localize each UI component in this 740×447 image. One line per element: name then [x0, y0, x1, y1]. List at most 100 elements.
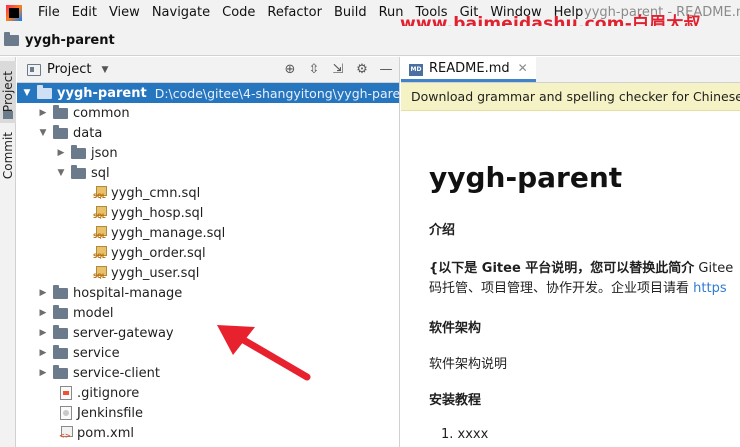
breadcrumb-project[interactable]: yygh-parent: [25, 33, 115, 48]
tree-item-model[interactable]: ▶ model: [17, 303, 399, 323]
readme-title: yygh-parent: [429, 161, 623, 194]
project-tool-label: Project: [1, 71, 15, 113]
tab-readme[interactable]: MD README.md ✕: [401, 57, 536, 82]
tree-item-label: yygh_manage.sql: [111, 225, 226, 241]
navigation-bar: yygh-parent: [0, 26, 740, 56]
menu-view[interactable]: View: [103, 0, 146, 26]
chevron-down-icon[interactable]: ▼: [55, 168, 67, 178]
chevron-right-icon[interactable]: ▶: [37, 348, 49, 358]
chevron-right-icon[interactable]: ▶: [37, 328, 49, 338]
close-icon[interactable]: ✕: [518, 61, 528, 75]
tree-item-label: yygh_cmn.sql: [111, 185, 201, 201]
tree-item-sql[interactable]: ▼ sql: [17, 163, 399, 183]
chevron-down-icon[interactable]: ▼: [21, 88, 33, 98]
tree-item-sql-file[interactable]: yygh_hosp.sql: [17, 203, 399, 223]
folder-icon: [71, 144, 86, 159]
project-panel: Project ▼ ⊕ ⇳ ⇲ ⚙ — ▼ yygh-parent D:\cod…: [17, 57, 413, 447]
tool-window-stripe: Project Commit: [0, 57, 16, 447]
project-stripe-icon: [3, 111, 13, 119]
tree-item-label: yygh_order.sql: [111, 245, 206, 261]
tab-label: README.md: [429, 60, 510, 76]
sql-file-icon: [93, 226, 107, 240]
folder-icon: [53, 284, 68, 299]
commit-tool-button[interactable]: Commit: [0, 127, 16, 185]
project-tree: ▼ yygh-parent D:\code\gitee\4-shangyiton…: [17, 83, 413, 443]
chevron-right-icon[interactable]: ▶: [37, 288, 49, 298]
folder-icon: [4, 32, 19, 46]
architecture-text: 软件架构说明: [429, 357, 508, 372]
menu-file[interactable]: File: [32, 0, 66, 26]
chevron-down-icon[interactable]: ▼: [37, 128, 49, 138]
sql-file-icon: [93, 206, 107, 220]
panel-toolbar: ⊕ ⇳ ⇲ ⚙ —: [283, 57, 393, 83]
sql-file-icon: [93, 186, 107, 200]
sql-file-icon: [93, 266, 107, 280]
project-panel-header: Project ▼ ⊕ ⇳ ⇲ ⚙ —: [17, 57, 399, 83]
intro-rest-text: Gitee: [694, 261, 734, 276]
tree-item-label: server-gateway: [73, 325, 174, 341]
markdown-preview: yygh-parent 介绍 {以下是 Gitee 平台说明，您可以替换此简介 …: [401, 111, 740, 447]
tree-item-hospital-manage[interactable]: ▶ hospital-manage: [17, 283, 399, 303]
tree-item-jenkinsfile[interactable]: Jenkinsfile: [17, 403, 399, 423]
tree-item-pom[interactable]: pom.xml: [17, 423, 399, 443]
module-folder-icon: [37, 84, 52, 99]
architecture-heading: 软件架构: [429, 321, 482, 336]
intellij-logo-icon[interactable]: [6, 5, 22, 21]
tree-item-common[interactable]: ▶ common: [17, 103, 399, 123]
editor-area: MD README.md ✕ Download grammar and spel…: [401, 57, 740, 447]
tree-item-label: model: [73, 305, 114, 321]
expand-all-icon[interactable]: ⇳: [307, 63, 321, 77]
minimize-icon[interactable]: —: [379, 63, 393, 77]
menu-edit[interactable]: Edit: [66, 0, 103, 26]
tree-item-gitignore[interactable]: .gitignore: [17, 383, 399, 403]
tree-item-label: sql: [91, 165, 110, 181]
tree-item-sql-file[interactable]: yygh_manage.sql: [17, 223, 399, 243]
chevron-down-icon[interactable]: ▼: [101, 65, 108, 75]
intro-heading: 介绍: [429, 223, 456, 238]
tree-item-data[interactable]: ▼ data: [17, 123, 399, 143]
folder-icon: [53, 344, 68, 359]
project-panel-title[interactable]: Project: [47, 62, 91, 77]
tree-item-label: yygh_user.sql: [111, 265, 200, 281]
tree-item-sql-file[interactable]: yygh_order.sql: [17, 243, 399, 263]
root-project-path: D:\code\gitee\4-shangyitong\yygh-parent: [154, 85, 414, 101]
tree-item-root[interactable]: ▼ yygh-parent D:\code\gitee\4-shangyiton…: [17, 83, 413, 103]
chevron-right-icon[interactable]: ▶: [37, 108, 49, 118]
tree-item-label: json: [91, 145, 118, 161]
editor-tab-bar: MD README.md ✕: [401, 57, 740, 83]
folder-icon: [53, 304, 68, 319]
locate-file-icon[interactable]: ⊕: [283, 63, 297, 77]
intro-link[interactable]: https: [693, 281, 726, 296]
tree-item-sql-file[interactable]: yygh_user.sql: [17, 263, 399, 283]
intro-bold-text: {以下是 Gitee 平台说明，您可以替换此简介: [429, 261, 695, 276]
menu-refactor[interactable]: Refactor: [261, 0, 328, 26]
tree-item-label: common: [73, 105, 130, 121]
intro-paragraph-line2: 码托管、项目管理、协作开发。企业项目请看 https: [429, 277, 727, 296]
tree-item-service-client[interactable]: ▶ service-client: [17, 363, 399, 383]
collapse-all-icon[interactable]: ⇲: [331, 63, 345, 77]
chevron-right-icon[interactable]: ▶: [37, 308, 49, 318]
tree-item-label: .gitignore: [77, 385, 140, 401]
install-heading: 安装教程: [429, 393, 482, 408]
gitignore-file-icon: [60, 386, 72, 400]
chevron-right-icon[interactable]: ▶: [55, 148, 67, 158]
tree-item-label: service-client: [73, 365, 160, 381]
tree-item-server-gateway[interactable]: ▶ server-gateway: [17, 323, 399, 343]
notice-text: Download grammar and spelling checker fo…: [411, 89, 740, 104]
tree-item-json[interactable]: ▶ json: [17, 143, 399, 163]
menu-build[interactable]: Build: [328, 0, 373, 26]
root-project-name: yygh-parent: [57, 85, 147, 101]
red-arrow-annotation: [217, 325, 311, 381]
maven-pom-icon: [59, 426, 73, 440]
intro-line2-text: 码托管、项目管理、协作开发。企业项目请看: [429, 281, 694, 296]
tree-item-service[interactable]: ▶ service: [17, 343, 399, 363]
folder-icon: [53, 364, 68, 379]
folder-icon: [53, 124, 68, 139]
menu-code[interactable]: Code: [216, 0, 261, 26]
tree-item-sql-file[interactable]: yygh_cmn.sql: [17, 183, 399, 203]
chevron-right-icon[interactable]: ▶: [37, 368, 49, 378]
gear-icon[interactable]: ⚙: [355, 63, 369, 77]
spellcheck-notice-banner[interactable]: Download grammar and spelling checker fo…: [401, 83, 740, 111]
menu-navigate[interactable]: Navigate: [146, 0, 216, 26]
tree-item-label: hospital-manage: [73, 285, 183, 301]
